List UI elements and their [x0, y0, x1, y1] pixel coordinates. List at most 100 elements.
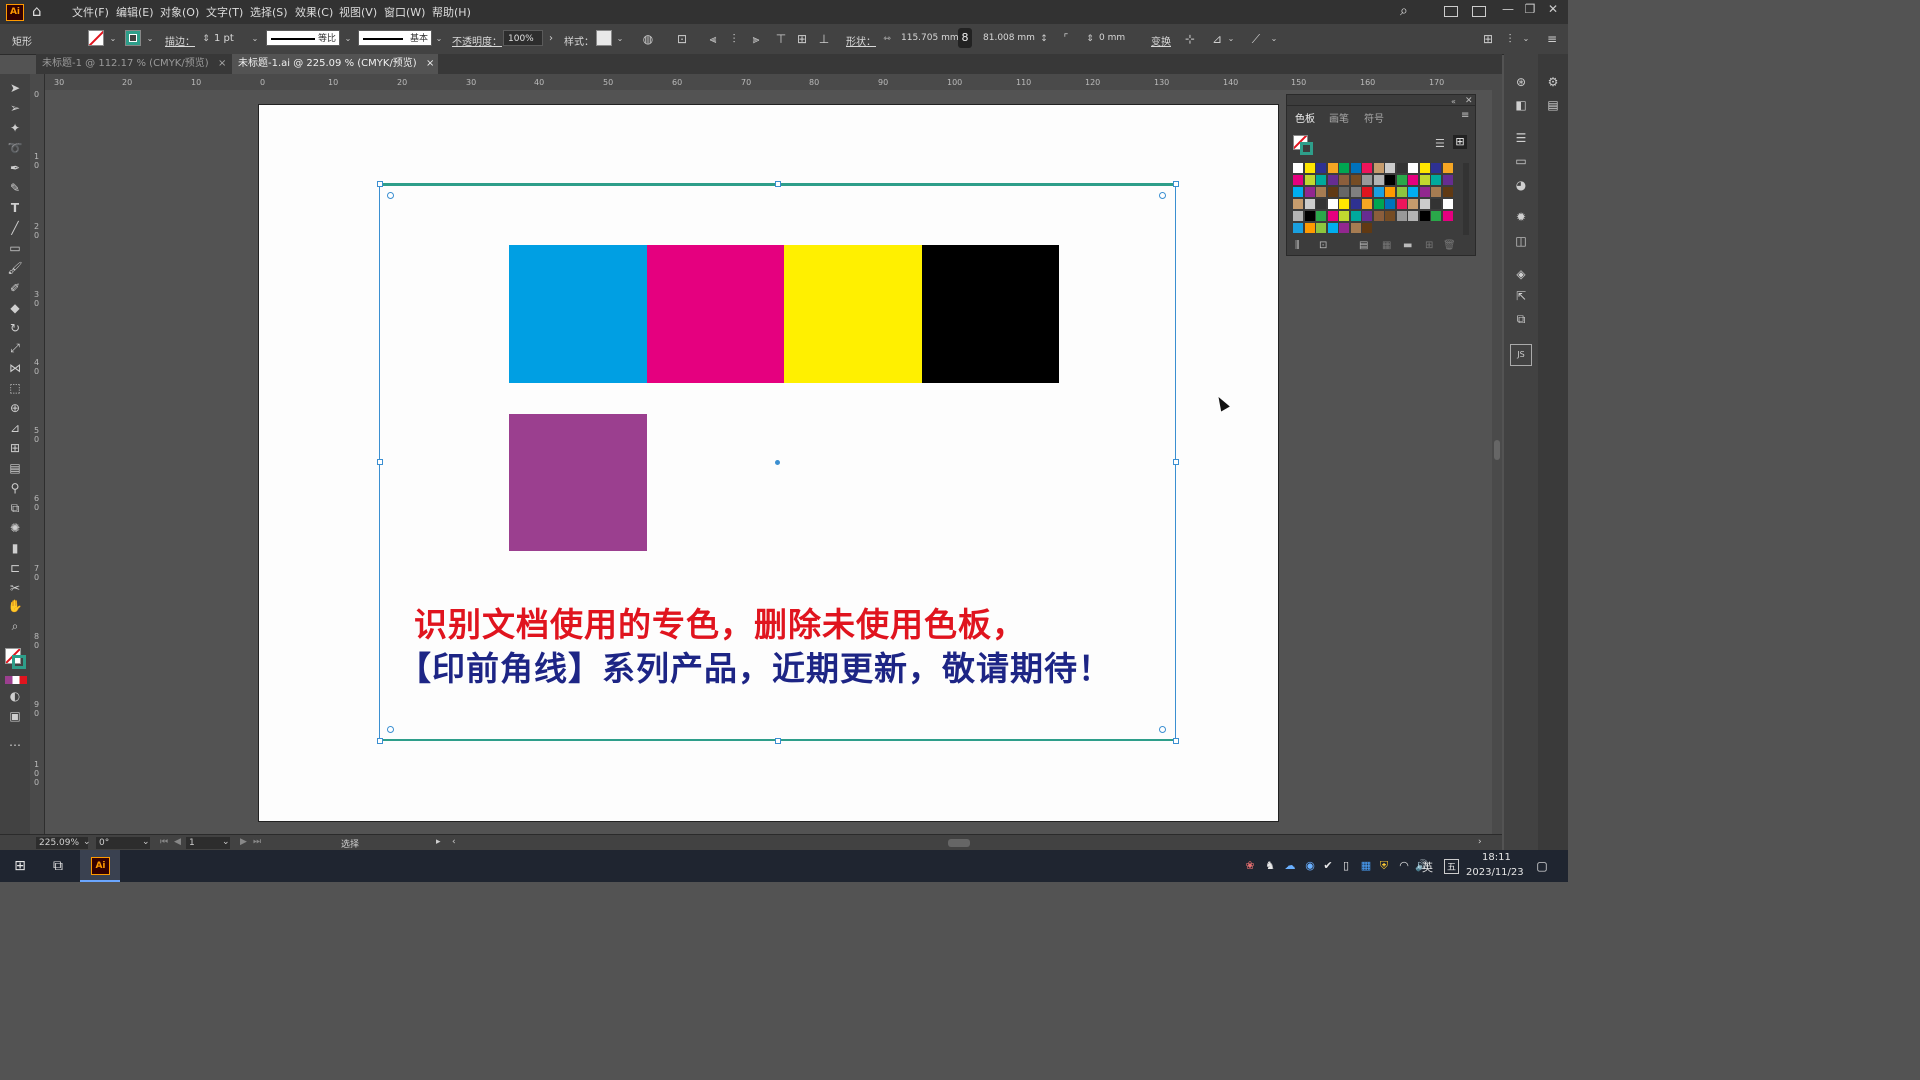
- chevron-down-icon[interactable]: ⌄: [83, 837, 91, 847]
- color-swatch[interactable]: [1316, 211, 1326, 221]
- stroke-panel-icon[interactable]: ☰: [1512, 130, 1530, 146]
- color-swatch[interactable]: [1339, 199, 1349, 209]
- ime-language-indicator[interactable]: 英: [1422, 859, 1433, 875]
- color-swatch[interactable]: [1442, 175, 1453, 185]
- task-view-icon[interactable]: ⧉: [48, 856, 68, 876]
- rotate-tool-icon[interactable]: ↻: [7, 320, 23, 336]
- stepper-icon[interactable]: ⇕: [1083, 32, 1097, 46]
- corner-widget[interactable]: [1159, 192, 1166, 199]
- color-swatch[interactable]: [1304, 175, 1315, 185]
- panel-grid-icon[interactable]: ⊞: [1481, 32, 1495, 46]
- color-swatch[interactable]: [1431, 199, 1441, 209]
- color-swatch[interactable]: [1408, 211, 1418, 221]
- height-value[interactable]: 81.008 mm: [983, 33, 1035, 43]
- fill-stroke-widget[interactable]: [5, 648, 27, 670]
- color-mode-icons[interactable]: [5, 676, 27, 684]
- horizontal-scrollbar-thumb[interactable]: [948, 839, 970, 847]
- align-left-icon[interactable]: ⫷: [706, 32, 720, 46]
- chevron-down-icon[interactable]: ⌄: [248, 32, 262, 46]
- tray-app-icon[interactable]: ▦: [1356, 856, 1376, 876]
- color-swatch[interactable]: [1442, 199, 1453, 209]
- clock-date[interactable]: 2023/11/23: [1466, 867, 1524, 878]
- color-swatch[interactable]: [1339, 211, 1349, 221]
- close-tab-icon[interactable]: ×: [218, 54, 226, 74]
- artboard-tool-icon[interactable]: ⊏: [7, 560, 23, 576]
- delete-swatch-icon[interactable]: 🗑: [1443, 240, 1456, 251]
- stroke-weight-value[interactable]: 1 pt: [214, 33, 234, 44]
- color-swatch[interactable]: [1316, 163, 1326, 173]
- color-swatch[interactable]: [1316, 199, 1326, 209]
- home-icon[interactable]: ⌂: [32, 3, 48, 19]
- tray-app-icon[interactable]: ✔: [1318, 856, 1338, 876]
- grid-view-icon[interactable]: ⊞: [1453, 135, 1467, 149]
- vertical-ruler[interactable]: 0 1 0 2 0 3 0 4 0 5 0 6 0 7 0 8 0 9 0 1 …: [30, 74, 45, 834]
- screen-mode-icon[interactable]: ▣: [7, 708, 23, 724]
- chevron-down-icon[interactable]: ⌄: [341, 32, 355, 46]
- tray-app-icon[interactable]: ❀: [1240, 856, 1260, 876]
- color-swatch[interactable]: [1293, 187, 1303, 197]
- color-swatch[interactable]: [1327, 163, 1338, 173]
- transform-options-icon[interactable]: ⊿: [1210, 32, 1224, 46]
- windows-start-icon[interactable]: ⊞: [10, 856, 30, 876]
- ime-mode-indicator[interactable]: 五: [1444, 859, 1460, 874]
- color-swatch[interactable]: [1350, 223, 1361, 233]
- color-swatch[interactable]: [1431, 163, 1441, 173]
- stepper-icon[interactable]: ⇕: [199, 32, 213, 46]
- stroke-color-swatch[interactable]: [12, 655, 26, 669]
- shaper-tool-icon[interactable]: ✐: [7, 280, 23, 296]
- color-swatch[interactable]: [1396, 163, 1407, 173]
- color-swatch[interactable]: [1362, 163, 1372, 173]
- color-swatch[interactable]: [1327, 223, 1338, 233]
- color-swatch[interactable]: [1396, 175, 1407, 185]
- blend-tool-icon[interactable]: ⧉: [7, 500, 23, 516]
- color-swatch[interactable]: [1293, 211, 1303, 221]
- color-swatch[interactable]: [1385, 175, 1395, 185]
- artboards-panel-icon[interactable]: ⧉: [1512, 311, 1530, 327]
- menu-window[interactable]: 窗口(W): [384, 4, 425, 20]
- panel-scrollbar[interactable]: [1463, 163, 1469, 235]
- color-swatch[interactable]: [1350, 175, 1361, 185]
- corner-widget[interactable]: [387, 726, 394, 733]
- next-artboard-icon[interactable]: ▶: [240, 837, 247, 847]
- swatch-libraries-icon[interactable]: ⫼: [1295, 240, 1300, 251]
- place-swatch-icon[interactable]: ⊡: [1319, 240, 1327, 251]
- symbol-sprayer-tool-icon[interactable]: ✺: [7, 520, 23, 536]
- corner-widget[interactable]: [387, 192, 394, 199]
- adjust-icon[interactable]: ⚙: [1544, 74, 1562, 90]
- corner-widget[interactable]: [1159, 726, 1166, 733]
- first-artboard-icon[interactable]: ⏮: [160, 837, 168, 847]
- perspective-grid-tool-icon[interactable]: ⊿: [7, 420, 23, 436]
- color-swatch[interactable]: [1293, 223, 1303, 233]
- menu-select[interactable]: 选择(S): [250, 4, 288, 20]
- document-info-icon[interactable]: ▤: [1544, 97, 1562, 113]
- free-transform-tool-icon[interactable]: ⬚: [7, 380, 23, 396]
- opacity-label[interactable]: 不透明度：: [452, 33, 502, 48]
- chevron-down-icon[interactable]: ⌄: [613, 32, 627, 46]
- scale-tool-icon[interactable]: ⤢: [7, 340, 23, 356]
- color-swatch[interactable]: [1304, 211, 1315, 221]
- color-swatch[interactable]: [1431, 211, 1441, 221]
- appearance-panel-icon[interactable]: ✹: [1512, 209, 1530, 225]
- color-swatch[interactable]: [1408, 163, 1418, 173]
- color-swatch[interactable]: [1385, 163, 1395, 173]
- color-swatch[interactable]: [1293, 163, 1303, 173]
- color-swatch[interactable]: [1339, 175, 1349, 185]
- color-swatch[interactable]: [1350, 199, 1361, 209]
- rectangle-tool-icon[interactable]: ▭: [7, 240, 23, 256]
- workspace-icon[interactable]: [1444, 6, 1458, 17]
- restore-icon[interactable]: ❐: [1520, 2, 1540, 20]
- align-center-h-icon[interactable]: ⫶: [727, 32, 741, 46]
- new-color-group-icon[interactable]: ▬: [1403, 240, 1412, 251]
- color-swatch[interactable]: [1385, 187, 1395, 197]
- swatch-grid[interactable]: [1293, 163, 1455, 237]
- color-swatch[interactable]: [1362, 199, 1372, 209]
- color-swatch[interactable]: [1327, 211, 1338, 221]
- notification-icon[interactable]: ▢: [1532, 856, 1552, 876]
- horizontal-ruler[interactable]: 30 20 10 0 10 20 30 40 50 60 70 80 90 10…: [36, 74, 1502, 91]
- draw-mode-icon[interactable]: ◐: [7, 688, 23, 704]
- color-swatch[interactable]: [1419, 187, 1430, 197]
- chevron-down-icon[interactable]: ⌄: [143, 32, 157, 46]
- color-swatch[interactable]: [1442, 163, 1453, 173]
- export-icon[interactable]: ⇱: [1512, 288, 1530, 304]
- close-icon[interactable]: ✕: [1543, 2, 1563, 20]
